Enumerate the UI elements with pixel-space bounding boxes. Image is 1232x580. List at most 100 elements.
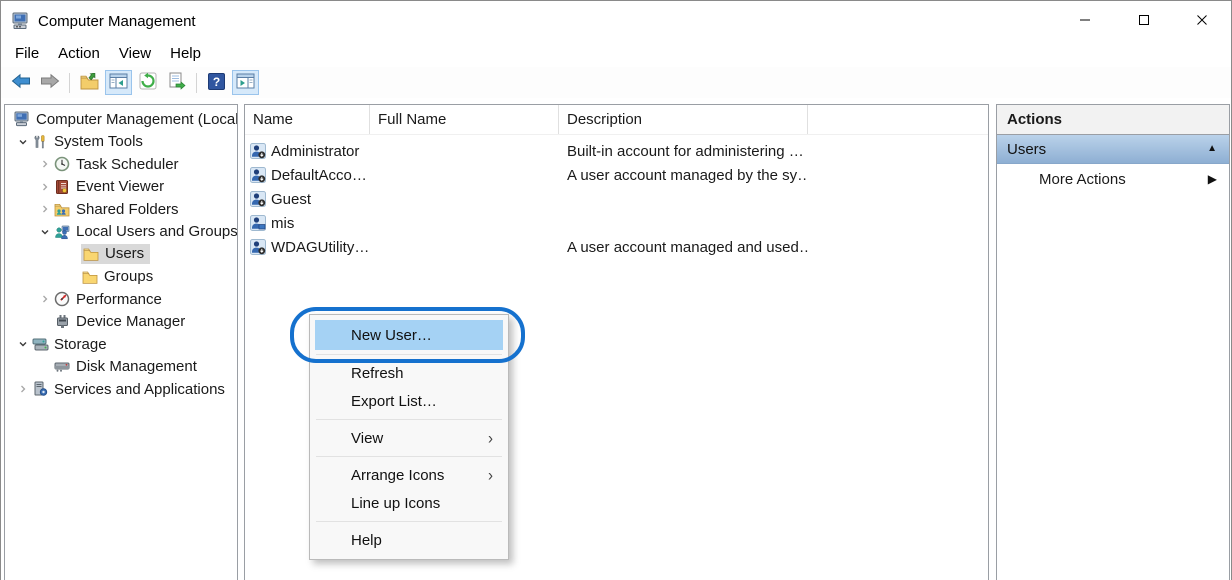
more-actions-arrow-icon: ▶ bbox=[1208, 173, 1217, 185]
user-name: WDAGUtility… bbox=[271, 239, 369, 256]
tree-item-services-and-applications[interactable]: Services and Applications bbox=[5, 378, 237, 401]
tree-item-shared-folders[interactable]: Shared Folders bbox=[5, 198, 237, 221]
computer-management-app-icon bbox=[11, 11, 31, 31]
tree-item-task-scheduler[interactable]: Task Scheduler bbox=[5, 153, 237, 176]
tree-item-disk-management[interactable]: Disk Management bbox=[5, 356, 237, 379]
up-one-level-button[interactable] bbox=[76, 70, 103, 95]
list-row-defaultaccount[interactable]: DefaultAcco… A user account managed by t… bbox=[245, 163, 988, 187]
list-row-guest[interactable]: Guest bbox=[245, 187, 988, 211]
tree-item-label: Task Scheduler bbox=[76, 156, 179, 173]
tree-item-label: Users bbox=[105, 245, 144, 262]
shared-folders-icon bbox=[53, 201, 71, 217]
close-button[interactable] bbox=[1179, 1, 1225, 41]
show-hide-console-tree-button[interactable] bbox=[105, 70, 132, 95]
chevron-collapsed-icon[interactable] bbox=[37, 291, 53, 307]
column-header-name[interactable]: Name bbox=[245, 105, 370, 134]
column-header-description[interactable]: Description bbox=[559, 105, 808, 134]
actions-pane-header: Actions bbox=[997, 105, 1229, 135]
user-description: A user account managed by the sy… bbox=[559, 167, 808, 184]
actions-pane: Actions Users ▲ More Actions ▶ bbox=[996, 104, 1230, 580]
chevron-expanded-icon[interactable] bbox=[15, 336, 31, 352]
tree-item-system-tools[interactable]: System Tools bbox=[5, 131, 237, 154]
tree-item-label: Local Users and Groups bbox=[76, 223, 238, 240]
refresh-icon bbox=[139, 72, 157, 93]
device-manager-icon bbox=[53, 314, 71, 330]
more-actions-item[interactable]: More Actions ▶ bbox=[997, 164, 1229, 194]
tree-item-computer-management[interactable]: Computer Management (Local) bbox=[5, 108, 237, 131]
list-row-mis[interactable]: mis bbox=[245, 211, 988, 235]
menu-action[interactable]: Action bbox=[49, 42, 110, 66]
menu-view[interactable]: View bbox=[110, 42, 161, 66]
help-button[interactable]: ? bbox=[203, 70, 230, 95]
tree-item-performance[interactable]: Performance bbox=[5, 288, 237, 311]
user-description: A user account managed and used… bbox=[559, 239, 808, 256]
submenu-arrow-icon: › bbox=[488, 467, 493, 484]
tree-item-event-viewer[interactable]: Event Viewer bbox=[5, 176, 237, 199]
computer-icon bbox=[13, 111, 31, 127]
user-disabled-icon bbox=[250, 143, 266, 159]
collapse-icon[interactable]: ▲ bbox=[1207, 144, 1217, 154]
chevron-collapsed-icon[interactable] bbox=[15, 381, 31, 397]
event-viewer-icon bbox=[53, 179, 71, 195]
console-tree-icon bbox=[109, 73, 128, 92]
tree-item-local-users-and-groups[interactable]: Local Users and Groups bbox=[5, 221, 237, 244]
list-body: Administrator Built-in account for admin… bbox=[245, 135, 988, 259]
titlebar: Computer Management bbox=[1, 1, 1231, 41]
tree-item-label: Event Viewer bbox=[76, 178, 164, 195]
menu-help[interactable]: Help bbox=[161, 42, 211, 66]
selected-tree-item: Users bbox=[81, 244, 150, 264]
chevron-expanded-icon[interactable] bbox=[37, 224, 53, 240]
menu-file[interactable]: File bbox=[6, 42, 49, 66]
performance-icon bbox=[53, 291, 71, 307]
user-disabled-icon bbox=[250, 167, 266, 183]
tree-item-label: Services and Applications bbox=[54, 381, 225, 398]
tree-item-label: Performance bbox=[76, 291, 162, 308]
folder-icon bbox=[82, 246, 100, 262]
folder-icon bbox=[81, 269, 99, 285]
tree-item-device-manager[interactable]: Device Manager bbox=[5, 311, 237, 334]
chevron-collapsed-icon[interactable] bbox=[37, 201, 53, 217]
refresh-button[interactable] bbox=[134, 70, 161, 95]
list-row-wdagutility[interactable]: WDAGUtility… A user account managed and … bbox=[245, 235, 988, 259]
back-button[interactable] bbox=[7, 70, 34, 95]
tree-item-groups[interactable]: Groups bbox=[5, 266, 237, 289]
tree-item-storage[interactable]: Storage bbox=[5, 333, 237, 356]
chevron-none bbox=[37, 359, 53, 375]
tree-item-label: Device Manager bbox=[76, 313, 185, 330]
window-title: Computer Management bbox=[38, 13, 196, 30]
chevron-expanded-icon[interactable] bbox=[15, 134, 31, 150]
tree-item-users[interactable]: Users bbox=[5, 243, 237, 266]
menu-separator bbox=[316, 456, 502, 457]
menu-separator bbox=[316, 521, 502, 522]
forward-button[interactable] bbox=[36, 70, 63, 95]
services-icon bbox=[31, 381, 49, 397]
minimize-icon bbox=[1079, 14, 1091, 29]
console-tree-pane: Computer Management (Local) System Tools… bbox=[4, 104, 238, 580]
context-menu-item-export-list[interactable]: Export List… bbox=[315, 387, 503, 415]
task-scheduler-icon bbox=[53, 156, 71, 172]
minimize-button[interactable] bbox=[1062, 1, 1108, 41]
user-name: Administrator bbox=[271, 143, 359, 160]
tools-icon bbox=[31, 134, 49, 150]
context-menu-item-view[interactable]: View › bbox=[315, 424, 503, 452]
column-header-full-name[interactable]: Full Name bbox=[370, 105, 559, 134]
chevron-collapsed-icon[interactable] bbox=[37, 156, 53, 172]
help-icon: ? bbox=[208, 73, 225, 93]
context-menu-item-refresh[interactable]: Refresh bbox=[315, 359, 503, 387]
more-actions-label: More Actions bbox=[1039, 171, 1208, 188]
show-hide-action-pane-button[interactable] bbox=[232, 70, 259, 95]
actions-group-users[interactable]: Users ▲ bbox=[997, 135, 1229, 164]
storage-icon bbox=[31, 336, 49, 352]
context-menu: New User… Refresh Export List… View › Ar… bbox=[309, 314, 509, 560]
context-menu-item-new-user[interactable]: New User… bbox=[315, 320, 503, 350]
context-menu-item-help[interactable]: Help bbox=[315, 526, 503, 554]
maximize-button[interactable] bbox=[1121, 1, 1167, 41]
context-menu-item-line-up-icons[interactable]: Line up Icons bbox=[315, 489, 503, 517]
chevron-collapsed-icon[interactable] bbox=[37, 179, 53, 195]
context-menu-item-arrange-icons[interactable]: Arrange Icons › bbox=[315, 461, 503, 489]
tree-item-label: Shared Folders bbox=[76, 201, 179, 218]
list-row-administrator[interactable]: Administrator Built-in account for admin… bbox=[245, 139, 988, 163]
toolbar: ? bbox=[1, 67, 1231, 98]
export-list-button[interactable] bbox=[163, 70, 190, 95]
chevron-none bbox=[37, 314, 53, 330]
